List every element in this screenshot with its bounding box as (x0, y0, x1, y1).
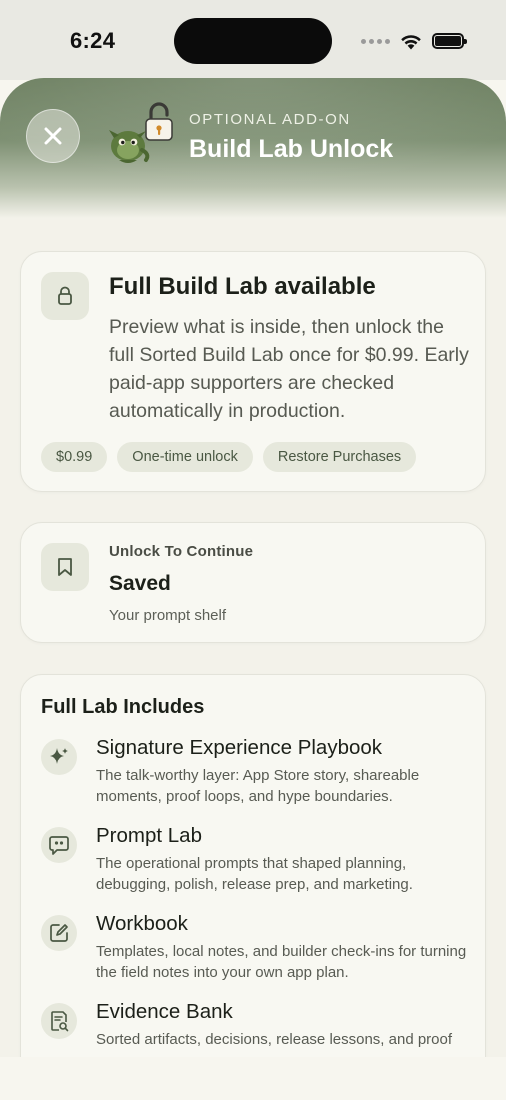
locked-eyebrow: Unlock To Continue (109, 543, 254, 560)
status-icons (361, 30, 467, 52)
chip-row: $0.99 One-time unlock Restore Purchases (41, 442, 417, 472)
bottom-area (0, 1057, 506, 1100)
includes-card: Full Lab Includes Signature Experience P… (20, 674, 486, 1057)
feature-title: Evidence Bank (96, 1000, 233, 1023)
mascot-lock-icon (109, 102, 173, 163)
includes-title: Full Lab Includes (41, 696, 205, 718)
lock-icon-tile (41, 272, 89, 320)
header-text: OPTIONAL ADD-ON Build Lab Unlock (189, 111, 393, 164)
feature-title: Signature Experience Playbook (96, 736, 383, 759)
locked-section-card[interactable]: Unlock To Continue Saved Your prompt she… (20, 522, 486, 643)
availability-body: Preview what is inside, then unlock the … (109, 316, 469, 422)
close-icon (44, 127, 62, 145)
feature-title: Prompt Lab (96, 824, 202, 847)
status-bar: 6:24 (0, 0, 506, 80)
feature-desc: The talk-worthy layer: App Store story, … (96, 767, 420, 805)
price-chip: $0.99 (41, 442, 108, 472)
feature-title: Workbook (96, 912, 188, 935)
locked-subtitle: Your prompt shelf (109, 607, 227, 624)
feature-desc: The operational prompts that shaped plan… (96, 855, 413, 893)
sparkle-icon-tile (41, 739, 77, 775)
header-eyebrow: OPTIONAL ADD-ON (189, 111, 351, 128)
bookmark-icon-tile (41, 543, 89, 591)
wifi-icon (401, 34, 421, 49)
document-search-icon (51, 1011, 69, 1032)
availability-card: Full Build Lab available Preview what is… (20, 251, 486, 492)
lock-icon (58, 286, 72, 305)
status-time: 6:24 (70, 28, 116, 53)
battery-icon (432, 33, 467, 49)
locked-title: Saved (109, 572, 171, 595)
availability-title: Full Build Lab available (109, 273, 376, 300)
sparkle-icon (50, 748, 68, 764)
quote-bubble-icon (49, 836, 69, 855)
feature-desc: Sorted artifacts, decisions, release les… (96, 1031, 453, 1048)
one-time-chip: One-time unlock (117, 442, 253, 472)
quote-icon-tile (41, 827, 77, 863)
edit-icon-tile (41, 915, 77, 951)
feature-desc: Templates, local notes, and builder chec… (96, 943, 467, 981)
dynamic-island (174, 18, 332, 64)
close-button[interactable] (26, 109, 80, 163)
restore-purchases-button[interactable]: Restore Purchases (262, 442, 417, 472)
unlock-sheet: OPTIONAL ADD-ON Build Lab Unlock Full Bu… (0, 78, 506, 1057)
signal-icon (361, 38, 390, 44)
bookmark-icon (58, 558, 72, 576)
header-title: Build Lab Unlock (189, 135, 394, 163)
edit-square-icon (50, 924, 68, 942)
evidence-icon-tile (41, 1003, 77, 1039)
